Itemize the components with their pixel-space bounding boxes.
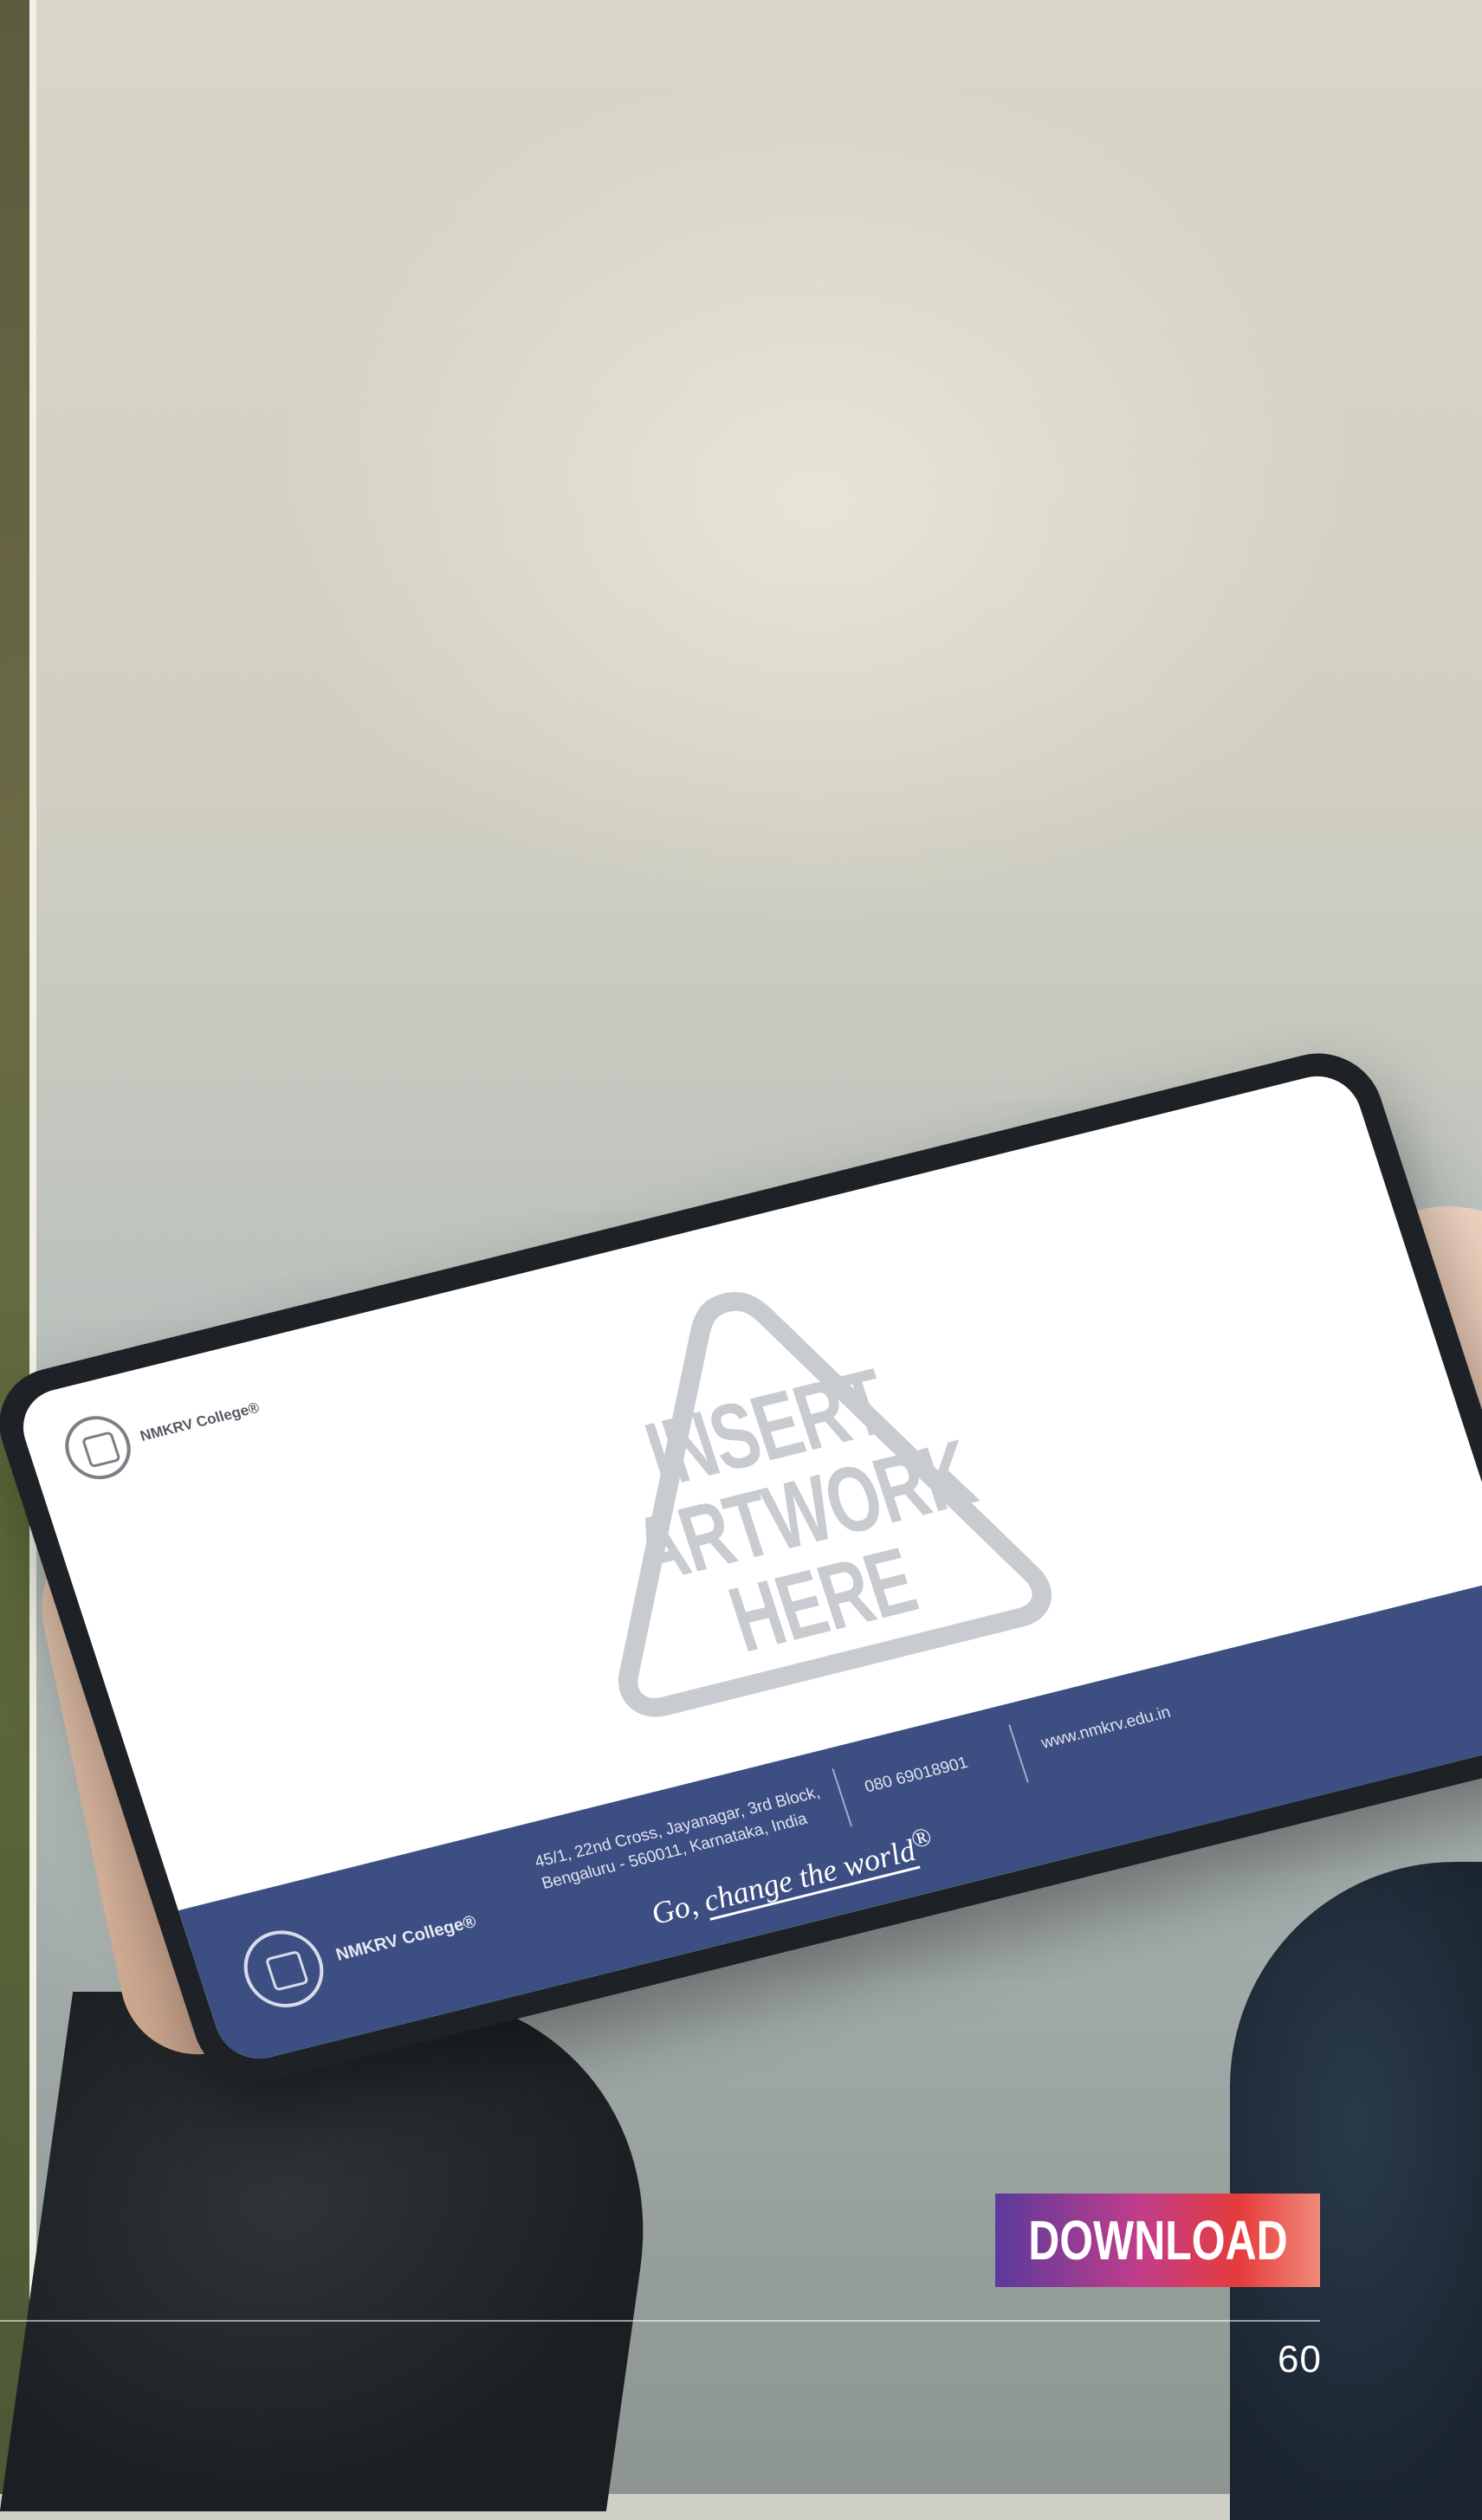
left-edge-strip [0, 0, 29, 2494]
footer-phone: 080 69018901 [862, 1754, 971, 1797]
screen-header-logo: NMKRV College® [56, 1377, 269, 1486]
footer-separator [832, 1768, 853, 1827]
tablet-mockup: NMKRV College® INSERT ARTWORK HERE NMKRV… [0, 987, 1482, 2182]
tagline-prefix: Go, [646, 1884, 710, 1931]
download-button-label: DOWNLOAD [1027, 2209, 1288, 2271]
page-number: 60 [1278, 2338, 1322, 2381]
footer-logo: NMKRV College® [233, 1884, 488, 2016]
tablet-screen: NMKRV College® INSERT ARTWORK HERE NMKRV… [12, 1067, 1482, 2068]
college-seal-icon [56, 1409, 139, 1486]
footer-separator [1008, 1724, 1029, 1783]
footer-rule [0, 2320, 1320, 2322]
screen-header-logo-text: NMKRV College® [138, 1399, 262, 1444]
artwork-placeholder: INSERT ARTWORK HERE [502, 1231, 1067, 1736]
footer-college-name: NMKRV College® [333, 1911, 479, 1965]
college-seal-icon [233, 1922, 334, 2016]
download-button[interactable]: DOWNLOAD [995, 2194, 1320, 2287]
tablet-device: NMKRV College® INSERT ARTWORK HERE NMKRV… [0, 1040, 1482, 2095]
footer-website: www.nmkrv.edu.in [1039, 1703, 1174, 1753]
